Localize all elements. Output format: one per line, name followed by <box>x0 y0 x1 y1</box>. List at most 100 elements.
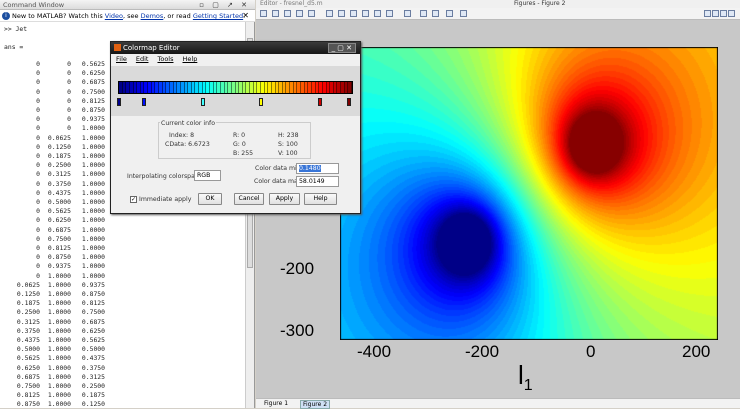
matrix-cell: 1.0000 <box>81 262 105 271</box>
cdata-value: CData: 6.6723 <box>165 141 210 148</box>
matrix-row: 0.3750 1.0000 0.6250 <box>0 327 110 336</box>
color-marker[interactable] <box>347 98 351 106</box>
hide-plot-tools-icon[interactable] <box>446 10 453 17</box>
matrix-row: 0 0.0625 1.0000 <box>0 134 110 143</box>
x-axis-label: l1 <box>518 360 533 395</box>
matrix-cell: 0.1875 <box>81 391 105 400</box>
print-icon[interactable] <box>296 10 303 17</box>
color-marker[interactable] <box>117 98 121 106</box>
matrix-row: 0.3125 1.0000 0.6875 <box>0 318 110 327</box>
matrix-cell: 0.9375 <box>81 115 105 124</box>
b-value: B: 255 <box>233 150 254 157</box>
colorbar-icon[interactable] <box>420 10 427 17</box>
color-marker[interactable] <box>142 98 146 106</box>
contour-plot[interactable] <box>340 47 718 340</box>
rotate-icon[interactable] <box>362 10 369 17</box>
matrix-row: 0.6875 1.0000 0.3125 <box>0 373 110 382</box>
matrix-row: 0.8125 1.0000 0.1875 <box>0 391 110 400</box>
matlab-logo-icon <box>114 44 121 51</box>
color-data-min-field[interactable]: 0.1480 <box>296 163 339 174</box>
video-link[interactable]: Video <box>105 12 123 20</box>
matrix-cell: 0.3750 <box>81 363 105 372</box>
cancel-button[interactable]: Cancel <box>234 193 264 205</box>
menu-bar: File Edit Tools Help <box>111 54 360 64</box>
matrix-cell: 0.8750 <box>81 290 105 298</box>
open-icon[interactable] <box>272 10 279 17</box>
color-data-max-field[interactable]: 58.0149 <box>296 176 339 187</box>
window-controls[interactable]: ▫ ▢ ↗ ✕ <box>199 0 250 10</box>
matrix-row: 0 0.3125 1.0000 <box>0 170 110 179</box>
color-marker[interactable] <box>318 98 322 106</box>
matrix-row: 0.1250 1.0000 0.8750 <box>0 290 110 299</box>
zoom-in-icon[interactable] <box>326 10 333 17</box>
matrix-row: 0.4375 1.0000 0.5625 <box>0 336 110 345</box>
colormap-bar[interactable] <box>118 81 353 94</box>
dock-icon[interactable] <box>728 10 735 17</box>
tab-figure-1[interactable]: Figure 1 <box>264 399 288 408</box>
save-icon[interactable] <box>284 10 291 17</box>
color-marker[interactable] <box>259 98 263 106</box>
new-file-icon[interactable] <box>260 10 267 17</box>
colormap-cell[interactable] <box>348 82 352 93</box>
matrix-row: 0 0.7500 1.0000 <box>0 235 110 244</box>
show-plot-tools-icon[interactable] <box>460 10 467 17</box>
data-cursor-icon[interactable] <box>374 10 381 17</box>
interp-colorspace-field[interactable]: RGB <box>194 170 221 181</box>
close-icon[interactable]: ✕ <box>242 10 249 22</box>
matrix-cell: 0.3125 <box>81 372 105 381</box>
v-value: V: 100 <box>278 150 298 157</box>
matrix-cell: 0.4375 <box>81 354 105 363</box>
print-preview-icon[interactable] <box>404 10 411 17</box>
matrix-row: 0.1875 1.0000 0.8125 <box>0 299 110 308</box>
menu-help[interactable]: Help <box>183 55 198 63</box>
matrix-cell: 1.0000 <box>81 152 105 160</box>
matrix-cell: 0.2500 <box>81 382 105 390</box>
matrix-row: 0 0.5625 1.0000 <box>0 207 110 216</box>
apply-button[interactable]: Apply <box>269 193 300 205</box>
matrix-cell: 1.0000 <box>81 244 105 252</box>
brush-icon[interactable] <box>386 10 393 17</box>
menu-tools[interactable]: Tools <box>157 55 173 63</box>
colormap-editor-dialog: Colormap Editor _ ▢ ✕ File Edit Tools Help … <box>110 41 361 214</box>
pan-icon[interactable] <box>350 10 357 17</box>
x-tick: 200 <box>682 342 711 361</box>
r-value: R: 0 <box>233 132 246 139</box>
info-bar: i New to MATLAB? Watch this Video, see D… <box>0 10 255 22</box>
split-vertical-icon[interactable] <box>712 10 719 17</box>
ok-button[interactable]: OK <box>198 193 222 205</box>
matrix-cell: 1.0000 <box>81 179 105 188</box>
immediate-apply-checkbox[interactable]: ✓ <box>130 196 137 203</box>
pointer-icon[interactable] <box>308 10 315 17</box>
window-controls[interactable]: _ ▢ ✕ <box>327 43 356 53</box>
matrix-cell: 1.0000 <box>81 188 105 197</box>
matrix-cell: 0.6875 <box>81 317 105 326</box>
info-icon: i <box>2 12 10 20</box>
menu-file[interactable]: File <box>116 55 127 63</box>
matrix-row: 0 0 0.8125 <box>0 97 110 106</box>
matrix-row: 0 0.3750 1.0000 <box>0 180 110 189</box>
color-marker[interactable] <box>201 98 205 106</box>
x-tick: 0 <box>586 342 596 361</box>
index-value: Index: 8 <box>169 132 195 139</box>
help-button[interactable]: Help <box>304 193 337 205</box>
matrix-row: 0 0 0.7500 <box>0 88 110 97</box>
menu-edit[interactable]: Edit <box>136 55 149 63</box>
getting-started-link[interactable]: Getting Started <box>193 12 243 20</box>
matrix-row: 0 0.8125 1.0000 <box>0 244 110 253</box>
matrix-row: 0 0 1.0000 <box>0 124 110 133</box>
matrix-cell: 1.0000 <box>81 161 105 170</box>
split-horizontal-icon[interactable] <box>720 10 727 17</box>
zoom-out-icon[interactable] <box>338 10 345 17</box>
demos-link[interactable]: Demos <box>141 12 164 20</box>
matrix-row: 0 0.5000 1.0000 <box>0 198 110 207</box>
matrix-row: 0 0.4375 1.0000 <box>0 189 110 198</box>
matrix-cell: 1.0000 <box>81 234 105 243</box>
matrix-row: 0 0.8750 1.0000 <box>0 253 110 262</box>
legend-icon[interactable] <box>432 10 439 17</box>
editor-tab[interactable]: Editor - fresnel_d5.m <box>260 0 323 8</box>
tile-icon[interactable] <box>704 10 711 17</box>
matrix-row: 0 1.0000 1.0000 <box>0 272 110 281</box>
dialog-title: Colormap Editor <box>111 42 360 54</box>
x-label-subscript: 1 <box>523 377 533 395</box>
info-text: , or read <box>163 12 193 20</box>
